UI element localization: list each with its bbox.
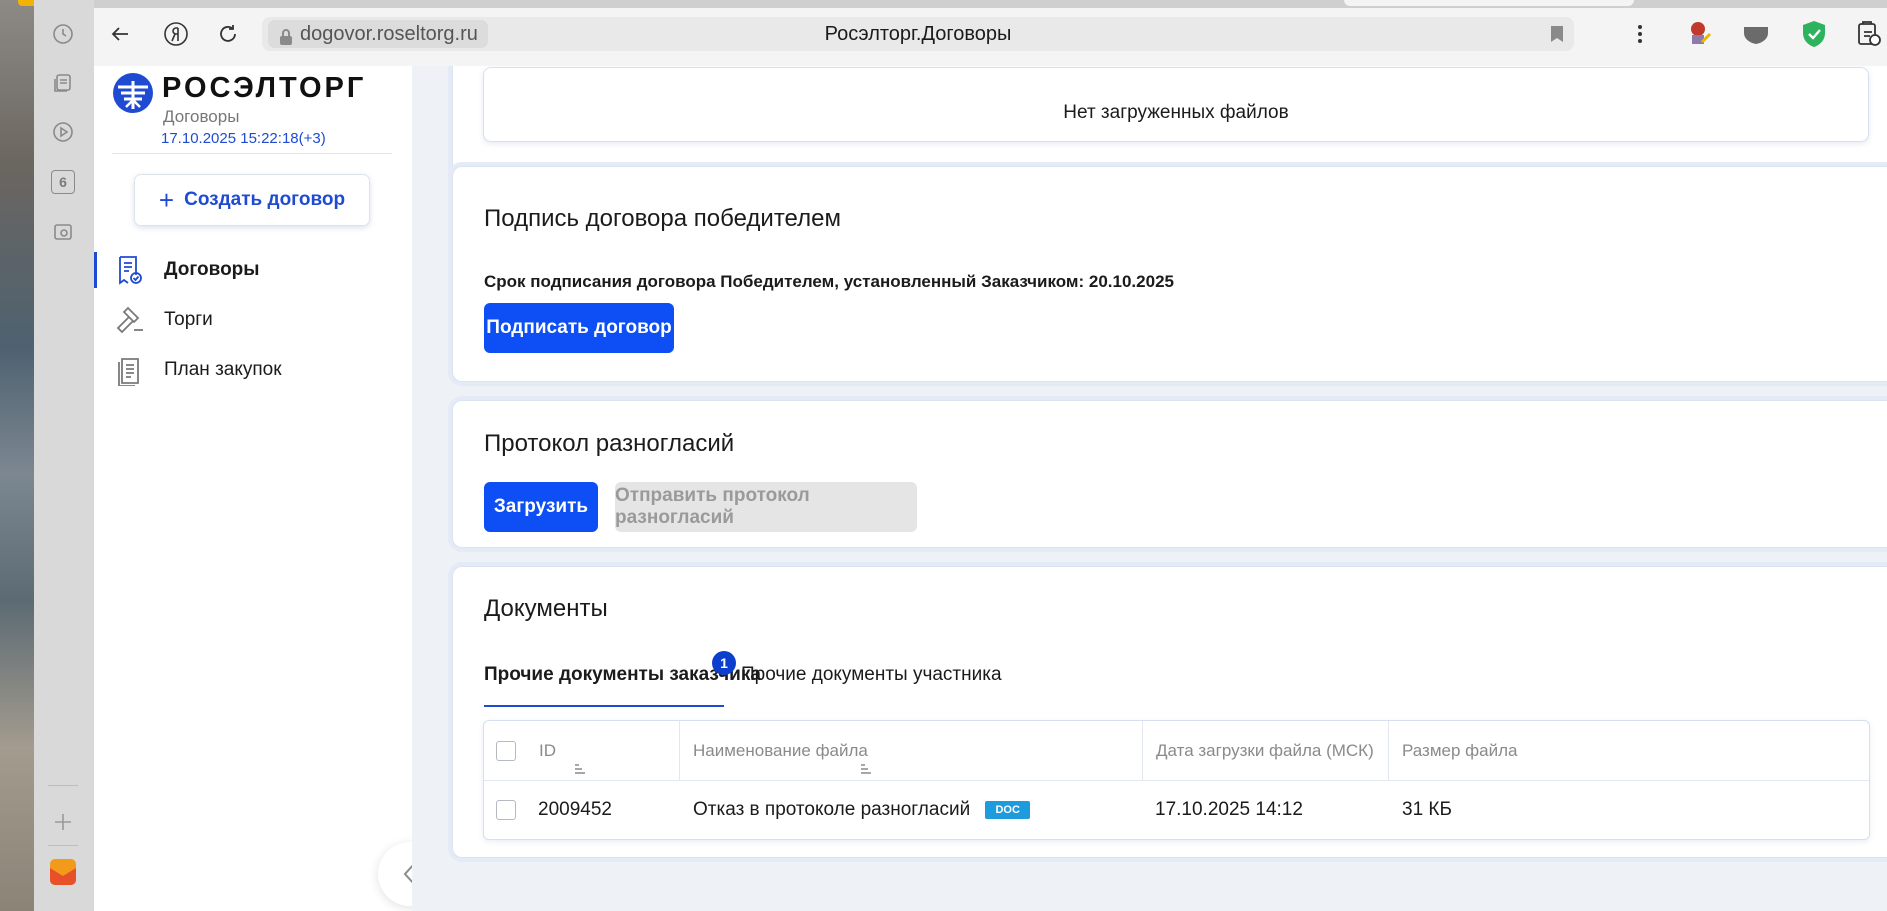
sidebar-item-tenders[interactable]: Торги (94, 296, 412, 344)
yandex-icon[interactable] (160, 18, 192, 50)
back-button[interactable] (104, 18, 136, 50)
tab-count-badge: 6 (51, 170, 75, 194)
cell-filename[interactable]: Отказ в протоколе разногласий DOC (693, 781, 1030, 838)
add-icon[interactable] (49, 808, 77, 836)
bookmark-icon[interactable] (1550, 25, 1564, 48)
gavel-icon (114, 304, 146, 336)
server-clock: 17.10.2025 15:22:18(+3) (161, 130, 326, 147)
documents-title: Документы (484, 595, 608, 622)
upload-button[interactable]: Загрузить (484, 482, 598, 532)
select-all-checkbox[interactable] (496, 741, 516, 761)
desktop-wallpaper (0, 0, 38, 911)
cell-size: 31 КБ (1402, 799, 1452, 820)
extension-shield-green-icon[interactable] (1798, 18, 1830, 50)
page-title: Росэлторг.Договоры (824, 23, 1012, 45)
column-header-label: ID (539, 741, 556, 760)
brand-subtitle: Договоры (163, 107, 240, 126)
tab-participant-documents[interactable]: Прочие документы участника (741, 663, 1002, 707)
sidebar-divider (112, 153, 392, 154)
sidebar-item-contracts[interactable]: Договоры (94, 246, 412, 294)
column-header-label: Дата загрузки файла (МСК) (1156, 741, 1374, 760)
address-bar[interactable]: dogovor.roseltorg.ru Росэлторг.Договоры (262, 17, 1574, 51)
column-header-label: Размер файла (1402, 741, 1518, 760)
menu-dots-icon[interactable] (1624, 18, 1656, 50)
main-content: Нет загруженных файлов Подпись договора … (412, 66, 1887, 911)
column-header-label: Наименование файла (693, 741, 868, 760)
row-checkbox[interactable] (496, 800, 516, 820)
tab-label: Прочие документы участника (741, 664, 1002, 685)
sign-contract-button[interactable]: Подписать договор (484, 303, 674, 353)
play-icon[interactable] (49, 118, 77, 146)
side-panel-divider-2 (48, 845, 78, 846)
cell-upload-date: 17.10.2025 14:12 (1155, 799, 1303, 820)
document-list-icon (114, 354, 146, 387)
column-header-upload-date[interactable]: Дата загрузки файла (МСК) (1143, 721, 1389, 781)
active-tab[interactable] (1344, 0, 1634, 6)
history-icon[interactable] (49, 20, 77, 48)
browser-toolbar: dogovor.roseltorg.ru Росэлторг.Договоры (94, 0, 1887, 67)
send-protocol-button[interactable]: Отправить протокол разногласий (615, 482, 917, 532)
sidebar-item-procurement-plan[interactable]: План закупок (94, 346, 412, 394)
extension-stamp-icon[interactable] (1684, 18, 1716, 50)
column-header-id[interactable]: ID (484, 721, 680, 781)
create-contract-label: Создать договор (184, 189, 346, 210)
doc-type-badge: DOC (985, 800, 1030, 819)
tab-count-icon[interactable]: 6 (49, 168, 77, 196)
column-header-filename[interactable]: Наименование файла (680, 721, 1143, 781)
browser-side-panel: 6 (34, 0, 95, 911)
plus-icon: + (158, 185, 175, 215)
brand-name[interactable]: РОСЭЛТОРГ (162, 72, 366, 105)
documents-table: ID Наименование файла Дата загрузки файл… (483, 720, 1870, 840)
protocol-card: Протокол разногласий Загрузить Отправить… (452, 400, 1887, 548)
sign-deadline-text: Срок подписания договора Победителем, ус… (484, 272, 1174, 291)
documents-card: Документы Прочие документы заказчика 1 П… (452, 566, 1887, 858)
column-header-size[interactable]: Размер файла (1389, 721, 1869, 781)
sidebar-item-label: Договоры (164, 259, 260, 280)
tab-count-badge: 1 (712, 651, 736, 675)
reload-button[interactable] (212, 18, 244, 50)
collections-icon[interactable] (49, 69, 77, 97)
file-name-link[interactable]: Отказ в протоколе разногласий (693, 799, 970, 820)
roseltorg-logo-icon[interactable] (112, 72, 154, 119)
no-files-text: Нет загруженных файлов (1063, 102, 1289, 123)
tab-customer-documents[interactable]: Прочие документы заказчика 1 (484, 651, 761, 707)
app-sidebar: РОСЭЛТОРГ Договоры 17.10.2025 15:22:18(+… (94, 66, 413, 911)
sidebar-item-label: Торги (164, 309, 213, 330)
tab-strip (94, 0, 1887, 8)
uploaded-files-box: Нет загруженных файлов (483, 67, 1869, 142)
create-contract-button[interactable]: + Создать договор (134, 174, 370, 226)
side-panel-divider (48, 785, 78, 786)
mail-app-icon[interactable] (49, 858, 77, 886)
screenshot-icon[interactable] (49, 218, 77, 246)
sidebar-item-label: План закупок (164, 359, 282, 380)
contract-icon (114, 254, 146, 286)
extension-shield-gray-icon[interactable] (1740, 18, 1772, 50)
sign-contract-card: Подпись договора победителем Срок подпис… (452, 166, 1887, 382)
extension-clipboard-icon[interactable] (1852, 18, 1884, 50)
protocol-section-title: Протокол разногласий (484, 430, 735, 457)
sign-section-title: Подпись договора победителем (484, 205, 841, 232)
cell-id: 2009452 (538, 799, 612, 820)
